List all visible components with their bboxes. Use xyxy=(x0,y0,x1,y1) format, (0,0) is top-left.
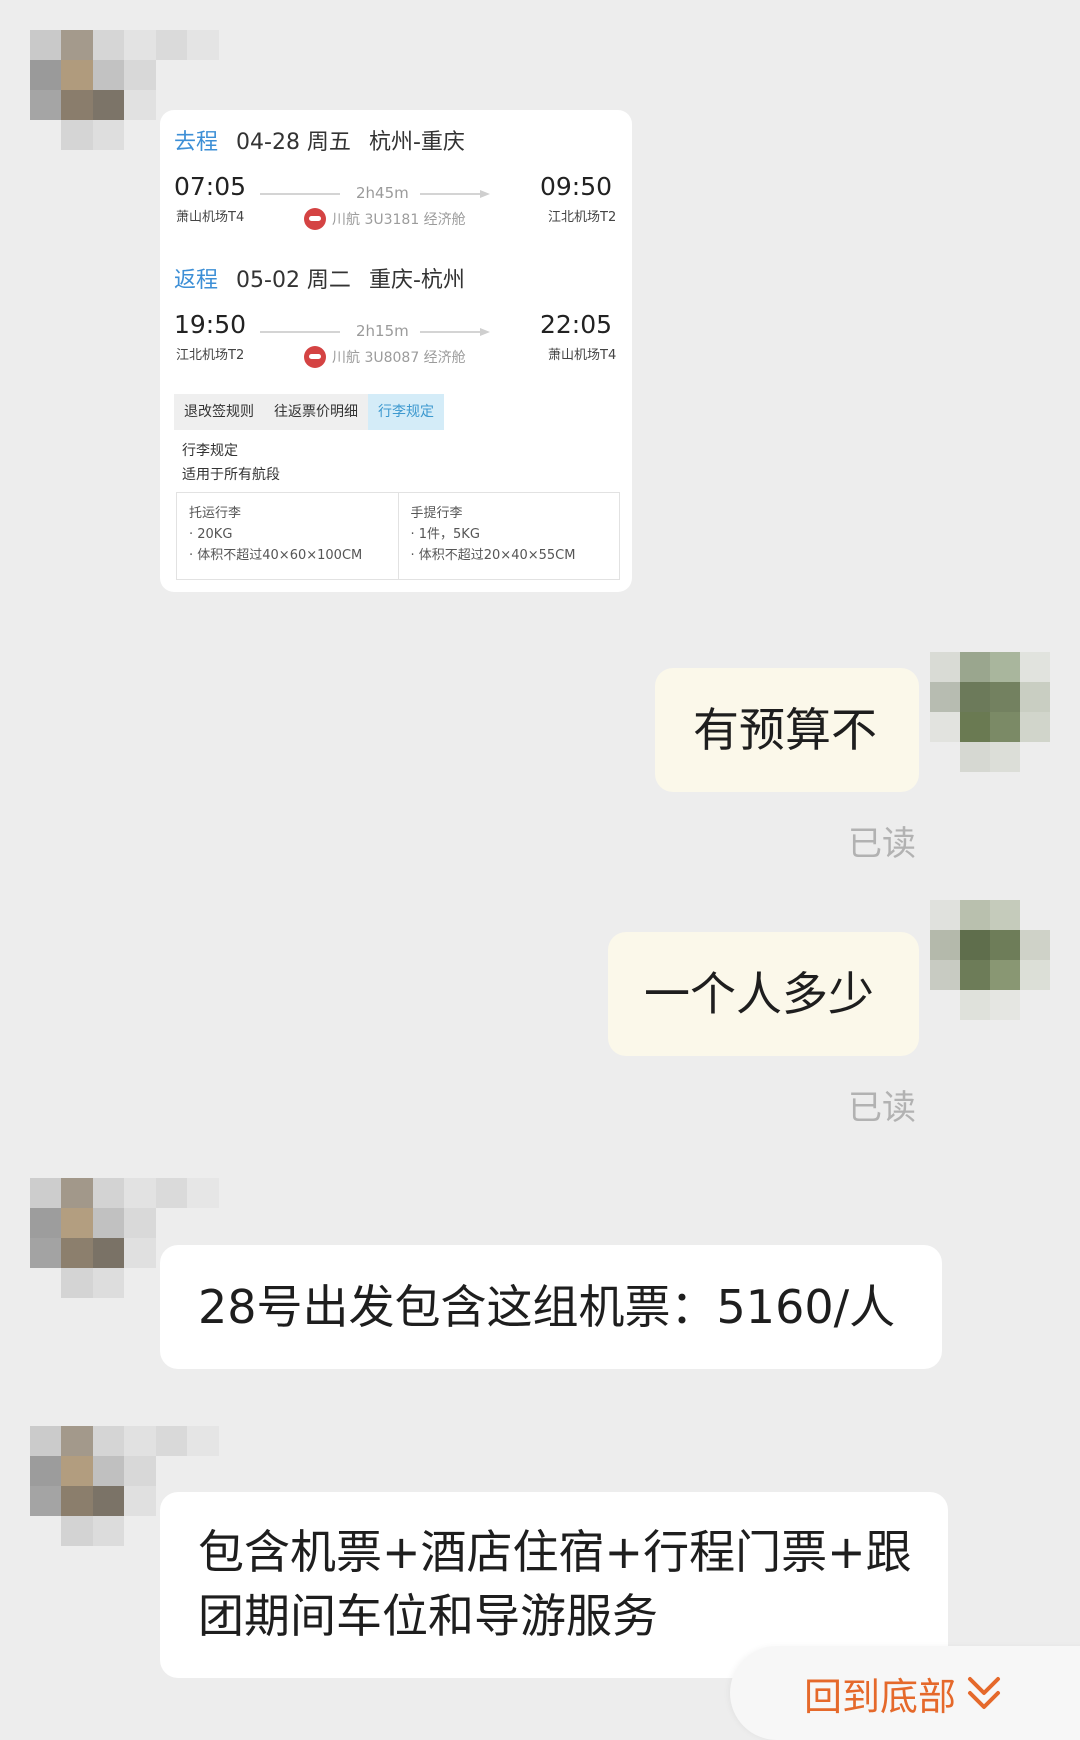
outbound-line-left xyxy=(260,193,340,195)
tab-baggage-rules[interactable]: 行李规定 xyxy=(368,394,444,430)
my-avatar[interactable] xyxy=(930,652,1050,772)
outbound-route: 杭州-重庆 xyxy=(368,130,465,155)
sichuan-airlines-logo-icon xyxy=(304,346,326,368)
outbound-line-right xyxy=(420,193,482,195)
contact-message-bubble[interactable]: 28号出发包含这组机票：5160/人 xyxy=(160,1245,942,1369)
my-message-bubble[interactable]: 一个人多少 xyxy=(608,932,919,1056)
jump-to-bottom-label: 回到底部 xyxy=(804,1674,957,1719)
my-avatar[interactable] xyxy=(930,900,1050,1020)
read-status: 已读 xyxy=(848,824,916,864)
carry-on-size: · 体积不超过20×40×55CM xyxy=(410,548,576,563)
contact-message-text: 28号出发包含这组机票：5160/人 xyxy=(198,1280,896,1334)
return-route: 重庆-杭州 xyxy=(368,268,465,293)
return-date: 05-02 周二 xyxy=(236,268,351,293)
return-line-left xyxy=(260,331,340,333)
my-message-bubble[interactable]: 有预算不 xyxy=(655,668,919,792)
outbound-arrow-icon xyxy=(480,190,490,198)
return-tag: 返程 xyxy=(174,268,219,293)
return-header: 返程 05-02 周二 重庆-杭州 xyxy=(174,262,465,294)
my-message-text: 一个人多少 xyxy=(644,967,874,1021)
return-airline: 川航 3U8087 经济舱 xyxy=(304,346,466,368)
baggage-table: 托运行李 · 20KG · 体积不超过40×60×100CM 手提行李 · 1件… xyxy=(176,492,620,580)
outbound-arr-airport: 江北机场T2 xyxy=(548,210,617,225)
carry-on-weight: · 1件，5KG xyxy=(410,527,480,542)
tab-fare-details[interactable]: 往返票价明细 xyxy=(264,394,368,430)
return-arrow-icon xyxy=(480,328,490,336)
read-status: 已读 xyxy=(848,1088,916,1128)
outbound-dep-airport: 萧山机场T4 xyxy=(176,210,245,225)
outbound-airline: 川航 3U3181 经济舱 xyxy=(304,208,466,230)
checked-baggage-size: · 体积不超过40×60×100CM xyxy=(189,548,363,563)
carry-on-title: 手提行李 xyxy=(410,506,463,521)
outbound-duration: 2h45m xyxy=(356,184,409,202)
outbound-dep-time: 07:05 xyxy=(174,172,247,201)
return-dep-time: 19:50 xyxy=(174,310,247,339)
return-flight-info: 川航 3U8087 经济舱 xyxy=(332,350,466,366)
checked-baggage-weight: · 20KG xyxy=(189,527,233,542)
checked-baggage: 托运行李 · 20KG · 体积不超过40×60×100CM xyxy=(177,493,398,579)
return-line-right xyxy=(420,331,482,333)
outbound-flight-info: 川航 3U3181 经济舱 xyxy=(332,212,466,228)
flight-itinerary-card[interactable]: 去程 04-28 周五 杭州-重庆 07:05 萧山机场T4 2h45m 川航 3U… xyxy=(160,110,632,592)
jump-to-bottom-button[interactable]: 回到底部 xyxy=(730,1646,1080,1740)
baggage-section-note: 适用于所有航段 xyxy=(182,467,280,483)
return-dep-airport: 江北机场T2 xyxy=(176,348,245,363)
sichuan-airlines-logo-icon xyxy=(304,208,326,230)
return-arr-time: 22:05 xyxy=(540,310,613,339)
baggage-section-title: 行李规定 xyxy=(182,443,238,459)
double-chevron-down-icon xyxy=(968,1677,1001,1709)
return-arr-airport: 萧山机场T4 xyxy=(548,348,617,363)
outbound-arr-time: 09:50 xyxy=(540,172,613,201)
carry-on-baggage: 手提行李 · 1件，5KG · 体积不超过20×40×55CM xyxy=(397,493,620,579)
return-duration: 2h15m xyxy=(356,322,409,340)
tab-refund-rules[interactable]: 退改签规则 xyxy=(174,394,264,430)
card-tabs: 退改签规则 往返票价明细 行李规定 xyxy=(174,394,444,430)
checked-baggage-title: 托运行李 xyxy=(189,506,242,521)
contact-message-text: 包含机票+酒店住宿+行程门票+跟团期间车位和导游服务 xyxy=(198,1525,912,1643)
outbound-tag: 去程 xyxy=(174,130,219,155)
outbound-date: 04-28 周五 xyxy=(236,130,351,155)
my-message-text: 有预算不 xyxy=(693,703,877,757)
outbound-header: 去程 04-28 周五 杭州-重庆 xyxy=(174,124,465,156)
